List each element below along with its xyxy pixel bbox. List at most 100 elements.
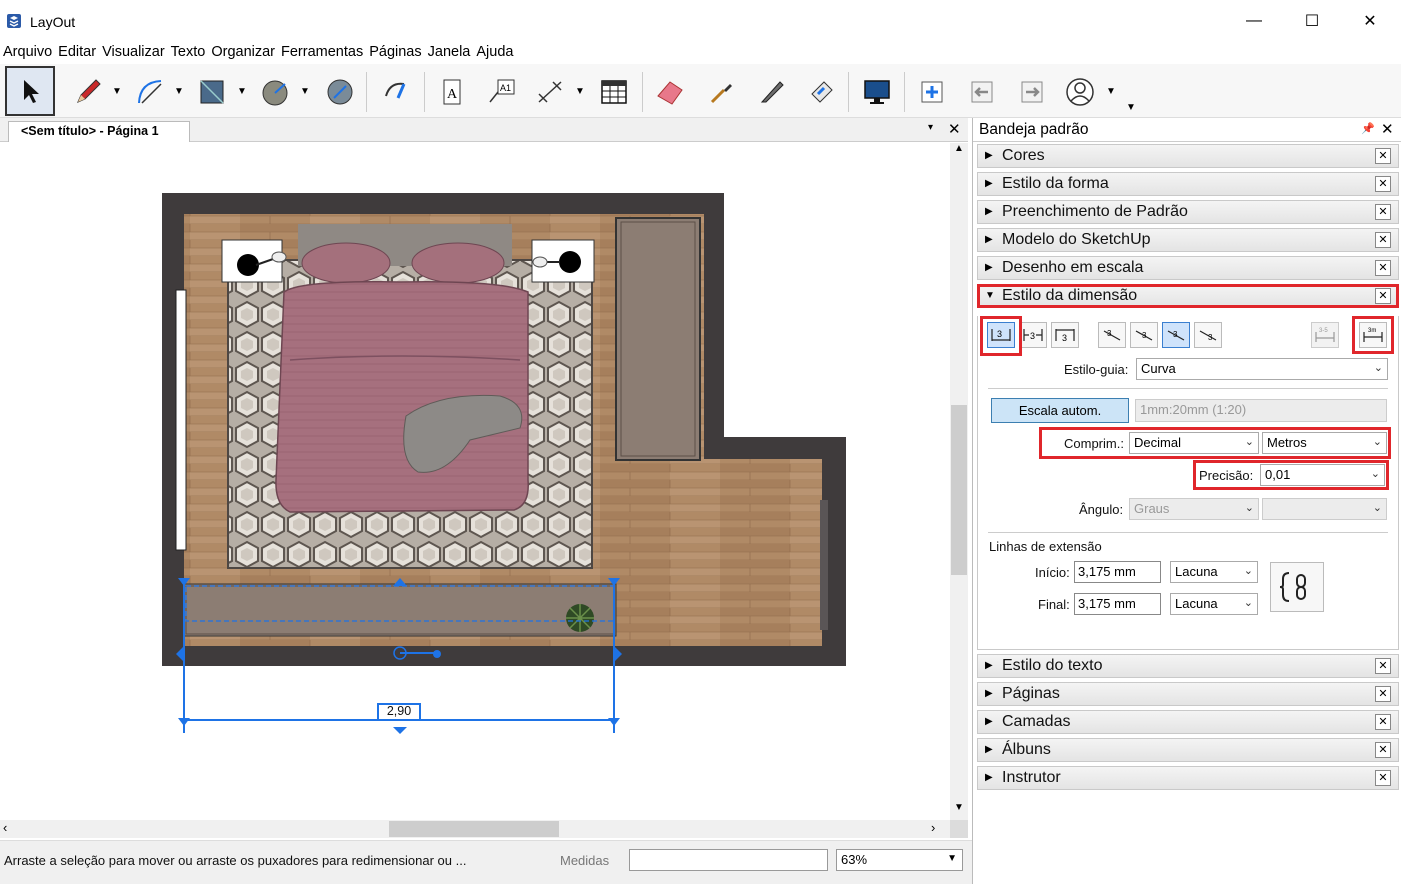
text-tool-button[interactable]: A xyxy=(428,68,476,116)
panel-estilo-da-dimensao[interactable]: ▼ Estilo da dimensão ✕ xyxy=(977,284,1399,308)
minimize-button[interactable]: — xyxy=(1225,0,1283,42)
panel-preenchimento[interactable]: ▶ Preenchimento de Padrão ✕ xyxy=(977,200,1399,224)
tab-list-dropdown[interactable]: ▾ xyxy=(928,122,933,133)
scroll-right-icon[interactable]: › xyxy=(931,820,935,835)
menu-ajuda[interactable]: Ajuda xyxy=(473,42,516,64)
panel-cores[interactable]: ▶ Cores ✕ xyxy=(977,144,1399,168)
svg-text:A: A xyxy=(447,87,458,102)
menu-editar[interactable]: Editar xyxy=(55,42,99,64)
end-type-select[interactable]: Lacuna ⌄ xyxy=(1170,593,1258,615)
dim-text-center-icon: 3 xyxy=(1023,329,1043,341)
text-below-button[interactable]: 3 xyxy=(1051,322,1079,348)
join-tool-button[interactable] xyxy=(798,68,846,116)
scroll-left-icon[interactable]: ‹ xyxy=(3,820,7,835)
drawing-canvas[interactable]: 2,90 xyxy=(0,143,950,820)
table-tool-button[interactable] xyxy=(590,68,638,116)
measures-input[interactable] xyxy=(629,849,828,871)
line-tool-dropdown[interactable]: ▼ xyxy=(110,84,124,98)
text-align-3-button[interactable]: 3 xyxy=(1162,322,1190,348)
close-panel-icon[interactable]: ✕ xyxy=(1375,148,1391,164)
style-tool-button[interactable] xyxy=(698,68,746,116)
layout-app-icon xyxy=(7,14,21,28)
close-panel-icon[interactable]: ✕ xyxy=(1375,204,1391,220)
account-button[interactable] xyxy=(1056,68,1104,116)
menu-texto[interactable]: Texto xyxy=(168,42,209,64)
presentation-button[interactable] xyxy=(853,68,901,116)
panel-albuns[interactable]: ▶ Álbuns ✕ xyxy=(977,738,1399,762)
circle-tool-dropdown[interactable]: ▼ xyxy=(298,84,312,98)
label-tool-button[interactable]: A1 xyxy=(478,68,526,116)
vertical-scroll-thumb[interactable] xyxy=(951,405,967,575)
close-tab-button[interactable]: ✕ xyxy=(948,120,961,138)
close-panel-icon[interactable]: ✕ xyxy=(1375,232,1391,248)
start-offset-input[interactable]: 3,175 mm xyxy=(1074,561,1161,583)
close-panel-icon[interactable]: ✕ xyxy=(1375,742,1391,758)
menu-ferramentas[interactable]: Ferramentas xyxy=(278,42,366,64)
close-panel-icon[interactable]: ✕ xyxy=(1375,714,1391,730)
close-panel-icon[interactable]: ✕ xyxy=(1375,770,1391,786)
document-tab[interactable]: <Sem título> - Página 1 xyxy=(8,121,190,142)
menu-organizar[interactable]: Organizar xyxy=(208,42,278,64)
previous-page-button[interactable] xyxy=(958,68,1006,116)
dimension-tool-button[interactable] xyxy=(526,68,574,116)
pin-icon[interactable]: 📌 xyxy=(1361,122,1375,135)
eraser-tool-button[interactable] xyxy=(646,68,694,116)
panel-estilo-do-texto[interactable]: ▶ Estilo do texto ✕ xyxy=(977,654,1399,678)
text-align-1-button[interactable]: 3 xyxy=(1098,322,1126,348)
zoom-select[interactable]: 63% ▼ xyxy=(836,849,963,871)
panel-modelo-sketchup[interactable]: ▶ Modelo do SketchUp ✕ xyxy=(977,228,1399,252)
rectangle-tool-button[interactable] xyxy=(188,68,236,116)
scroll-up-icon[interactable]: ▲ xyxy=(954,143,964,154)
horizontal-scrollbar[interactable]: ‹ › xyxy=(0,820,950,838)
end-offset-input[interactable]: 3,175 mm xyxy=(1074,593,1161,615)
arc-tool-dropdown[interactable]: ▼ xyxy=(172,84,186,98)
text-center-button[interactable]: 3 xyxy=(1019,322,1047,348)
dimension-selection-overlay[interactable] xyxy=(0,143,950,820)
panel-paginas[interactable]: ▶ Páginas ✕ xyxy=(977,682,1399,706)
polygon-icon xyxy=(327,79,353,105)
vertical-scrollbar[interactable]: ▲ ▼ xyxy=(950,143,968,820)
link-extension-lines-button[interactable] xyxy=(1270,562,1324,612)
horizontal-scroll-thumb[interactable] xyxy=(389,821,559,837)
text-align-4-button[interactable]: 3 xyxy=(1194,322,1222,348)
text-align-2-button[interactable]: 3 xyxy=(1130,322,1158,348)
rectangle-tool-dropdown[interactable]: ▼ xyxy=(235,84,249,98)
next-page-button[interactable] xyxy=(1008,68,1056,116)
auto-scale-button[interactable]: Escala autom. xyxy=(991,398,1129,423)
split-tool-button[interactable] xyxy=(748,68,796,116)
chevron-down-icon: ▼ xyxy=(947,853,957,864)
circle-tool-button[interactable] xyxy=(251,68,299,116)
close-window-button[interactable]: ✕ xyxy=(1341,0,1399,42)
close-panel-icon[interactable]: ✕ xyxy=(1375,288,1391,304)
scale-field: 1mm:20mm (1:20) xyxy=(1135,399,1387,422)
close-panel-icon[interactable]: ✕ xyxy=(1375,176,1391,192)
panel-estilo-da-forma[interactable]: ▶ Estilo da forma ✕ xyxy=(977,172,1399,196)
guide-style-select[interactable]: Curva ⌄ xyxy=(1136,358,1388,380)
offset-tool-button[interactable] xyxy=(372,68,420,116)
dimension-tool-dropdown[interactable]: ▼ xyxy=(573,84,587,98)
start-type-select[interactable]: Lacuna ⌄ xyxy=(1170,561,1258,583)
panel-desenho-em-escala[interactable]: ▶ Desenho em escala ✕ xyxy=(977,256,1399,280)
select-tool-button[interactable] xyxy=(5,66,55,116)
menu-janela[interactable]: Janela xyxy=(425,42,474,64)
panel-camadas[interactable]: ▶ Camadas ✕ xyxy=(977,710,1399,734)
maximize-button[interactable]: ☐ xyxy=(1283,0,1341,42)
close-panel-icon[interactable]: ✕ xyxy=(1375,260,1391,276)
add-page-button[interactable] xyxy=(908,68,956,116)
toolbar-overflow-arrow[interactable]: ▼ xyxy=(1124,100,1138,114)
show-range-button[interactable]: 3-5 xyxy=(1311,322,1339,348)
close-tray-button[interactable]: ✕ xyxy=(1381,120,1394,138)
close-panel-icon[interactable]: ✕ xyxy=(1375,658,1391,674)
account-dropdown[interactable]: ▼ xyxy=(1104,84,1118,98)
panel-instrutor[interactable]: ▶ Instrutor ✕ xyxy=(977,766,1399,790)
menu-arquivo[interactable]: Arquivo xyxy=(0,42,55,64)
menu-paginas[interactable]: Páginas xyxy=(366,42,424,64)
line-tool-button[interactable] xyxy=(64,68,112,116)
arc-tool-button[interactable] xyxy=(126,68,174,116)
dimension-label[interactable]: 2,90 xyxy=(380,704,418,718)
menu-visualizar[interactable]: Visualizar xyxy=(99,42,168,64)
scroll-down-icon[interactable]: ▼ xyxy=(954,802,964,813)
polygon-tool-button[interactable] xyxy=(316,68,364,116)
scroll-corner xyxy=(950,820,968,838)
close-panel-icon[interactable]: ✕ xyxy=(1375,686,1391,702)
